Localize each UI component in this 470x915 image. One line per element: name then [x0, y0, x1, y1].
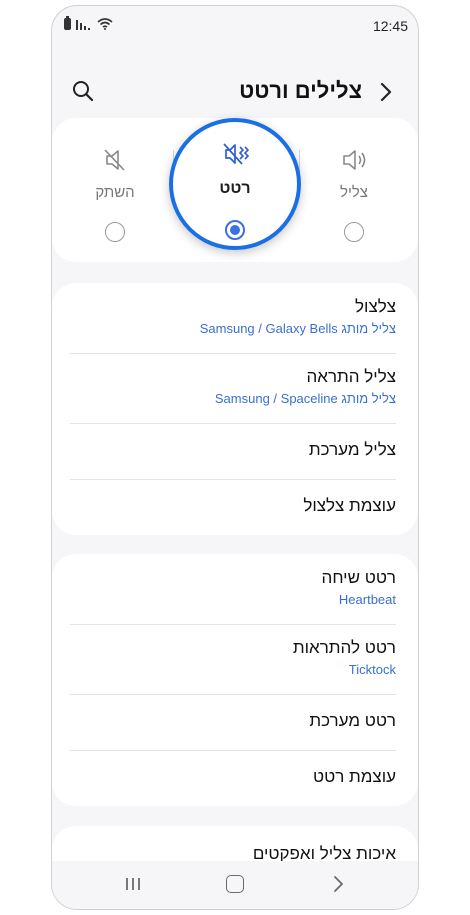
status-bar: 12:45 [52, 6, 418, 46]
back-arrow-icon[interactable] [374, 80, 398, 104]
mode-vibrate-label: רטט [219, 180, 251, 197]
ring-volume-title: עוצמת צלצול [303, 496, 396, 515]
search-icon[interactable] [70, 78, 96, 104]
ring-volume-row[interactable]: עוצמת צלצול [52, 479, 418, 535]
notification-vibration-row[interactable]: רטט להתראות Ticktock [52, 624, 418, 694]
system-sound-row[interactable]: צליל מערכת [52, 423, 418, 479]
call-vibration-value: Heartbeat [338, 592, 396, 607]
signal-icon [76, 20, 90, 30]
sound-settings-card: צלצול צליל מותג Samsung / Galaxy Bells צ… [52, 283, 418, 535]
call-vibration-title: רטט שיחה [321, 568, 396, 587]
notification-vibration-value: Ticktock [348, 662, 396, 677]
mode-vibrate-radio[interactable] [225, 220, 245, 240]
recent-apps-icon[interactable] [124, 875, 142, 893]
call-vibration-row[interactable]: רטט שיחה Heartbeat [52, 554, 418, 624]
battery-icon [64, 16, 71, 30]
system-vibration-title: רטט מערכת [309, 711, 396, 730]
home-icon[interactable] [226, 875, 244, 893]
vibration-intensity-title: עוצמת רטט [313, 767, 396, 786]
status-time: 12:45 [372, 18, 408, 34]
system-vibration-row[interactable]: רטט מערכת [52, 694, 418, 750]
ringtone-row[interactable]: צלצול צליל מותג Samsung / Galaxy Bells [52, 283, 418, 353]
system-sound-title: צליל מערכת [308, 440, 396, 459]
notification-sound-row[interactable]: צליל התראה צליל מותג Samsung / Spaceline [52, 353, 418, 423]
status-icons [64, 16, 113, 30]
wifi-icon [97, 18, 113, 30]
mode-vibrate-layer: רטט [52, 118, 418, 262]
ringtone-value: צליל מותג Samsung / Galaxy Bells [199, 321, 396, 336]
ringtone-title: צלצול [355, 297, 396, 316]
notification-sound-title: צליל התראה [306, 367, 396, 386]
nav-back-icon[interactable] [328, 874, 348, 894]
notification-vibration-title: רטט להתראות [292, 638, 396, 657]
notification-sound-value: צליל מותג Samsung / Spaceline [214, 391, 396, 406]
vibration-intensity-row[interactable]: עוצמת רטט [52, 750, 418, 806]
mode-vibrate[interactable]: רטט [185, 118, 285, 262]
vibration-settings-card: רטט שיחה Heartbeat רטט להתראות Ticktock … [52, 554, 418, 806]
phone-screen: 12:45 צלילים ורטט צליל השתק רטט צלצול צל… [51, 5, 419, 910]
app-header: צלילים ורטט [52, 66, 418, 116]
page-title: צלילים ורטט [239, 78, 362, 103]
vibrate-icon [223, 143, 250, 165]
navigation-bar [52, 861, 418, 909]
